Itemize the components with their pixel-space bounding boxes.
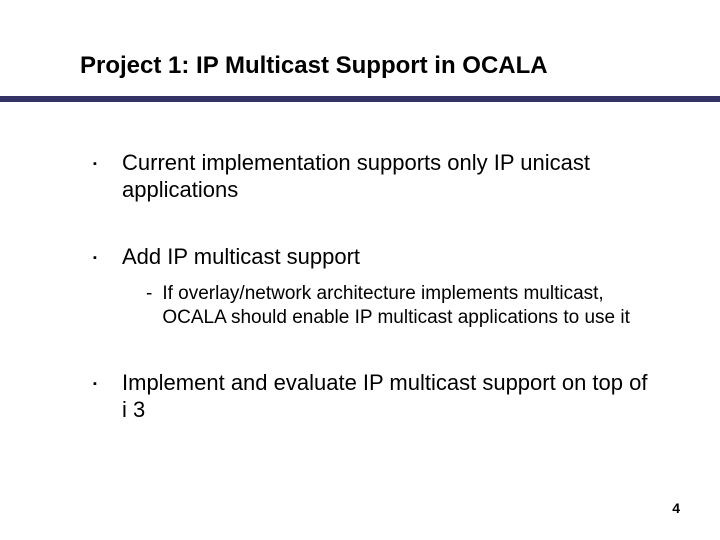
square-bullet-icon: ▪ (90, 159, 100, 170)
page-number: 4 (672, 500, 680, 516)
slide: Project 1: IP Multicast Support in OCALA… (0, 0, 720, 540)
body-list: ▪ Current implementation supports only I… (90, 150, 650, 464)
list-item-text: Add IP multicast support (122, 244, 650, 271)
slide-title: Project 1: IP Multicast Support in OCALA (80, 52, 640, 81)
square-bullet-icon: ▪ (90, 253, 100, 264)
dash-bullet-icon: - (146, 282, 152, 306)
list-item-text: Current implementation supports only IP … (122, 150, 650, 204)
list-item: - If overlay/network architecture implem… (146, 282, 650, 330)
sub-list: - If overlay/network architecture implem… (146, 282, 650, 330)
list-item-text: Implement and evaluate IP multicast supp… (122, 370, 650, 424)
list-item: ▪ Current implementation supports only I… (90, 150, 650, 204)
list-item: ▪ Add IP multicast support (90, 244, 650, 271)
title-separator (0, 96, 720, 102)
list-item-text: If overlay/network architecture implemen… (162, 282, 650, 330)
square-bullet-icon: ▪ (90, 379, 100, 390)
list-item: ▪ Implement and evaluate IP multicast su… (90, 370, 650, 424)
